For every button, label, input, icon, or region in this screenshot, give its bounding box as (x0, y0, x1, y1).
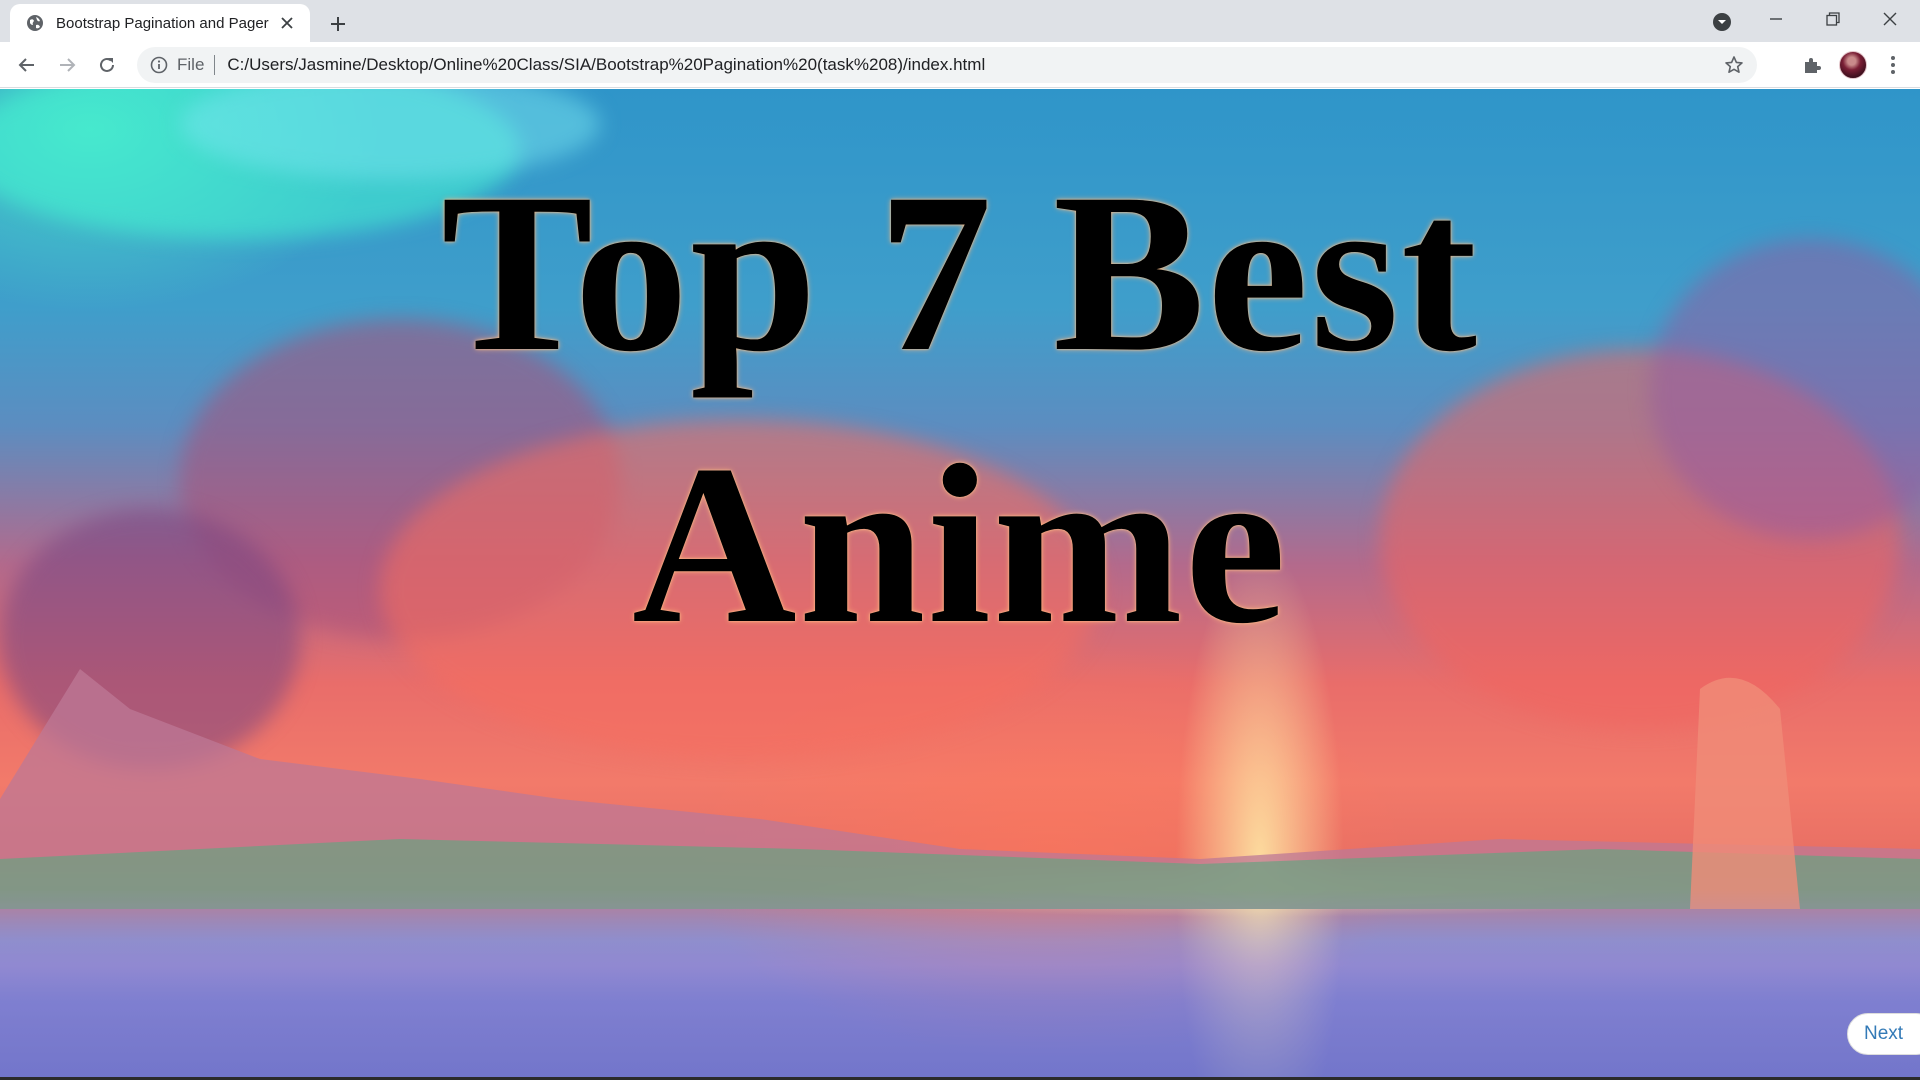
page-title-line-2: Anime (632, 419, 1288, 671)
browser-tab-active[interactable]: Bootstrap Pagination and Pager (10, 4, 310, 42)
url-separator (214, 55, 216, 75)
minimize-window-icon[interactable] (1748, 0, 1804, 38)
page-title: Top 7 Best Anime (0, 137, 1920, 681)
new-tab-plus-icon[interactable] (322, 8, 354, 40)
star-icon[interactable] (1723, 54, 1745, 76)
info-icon[interactable] (149, 55, 169, 75)
kebab-menu-icon[interactable] (1877, 49, 1909, 81)
back-arrow-icon[interactable] (11, 49, 43, 81)
browser-toolbar: File C:/Users/Jasmine/Desktop/Online%20C… (0, 42, 1920, 88)
pager-next-button[interactable]: Next (1847, 1013, 1920, 1055)
page-title-line-1: Top 7 Best (441, 147, 1479, 399)
profile-avatar-image (1839, 51, 1867, 79)
url-text[interactable]: C:/Users/Jasmine/Desktop/Online%20Class/… (227, 55, 985, 75)
tab-title: Bootstrap Pagination and Pager (56, 14, 269, 32)
puzzle-icon[interactable] (1796, 49, 1828, 81)
browser-tabstrip: Bootstrap Pagination and Pager (0, 0, 1920, 42)
reload-icon[interactable] (91, 49, 123, 81)
globe-icon (26, 14, 44, 32)
page-background: Top 7 Best Anime Next (0, 89, 1920, 1080)
mountains-shape (0, 669, 1920, 909)
close-window-icon[interactable] (1862, 0, 1918, 38)
tab-search-dropdown-icon[interactable] (1709, 9, 1735, 35)
close-tab-icon[interactable] (276, 12, 298, 34)
lake-shape (0, 889, 1920, 1080)
address-bar[interactable]: File C:/Users/Jasmine/Desktop/Online%20C… (137, 47, 1757, 83)
url-scheme-label: File (177, 55, 205, 74)
restore-window-icon[interactable] (1805, 0, 1861, 38)
forward-arrow-icon[interactable] (51, 49, 83, 81)
avatar[interactable] (1837, 49, 1869, 81)
